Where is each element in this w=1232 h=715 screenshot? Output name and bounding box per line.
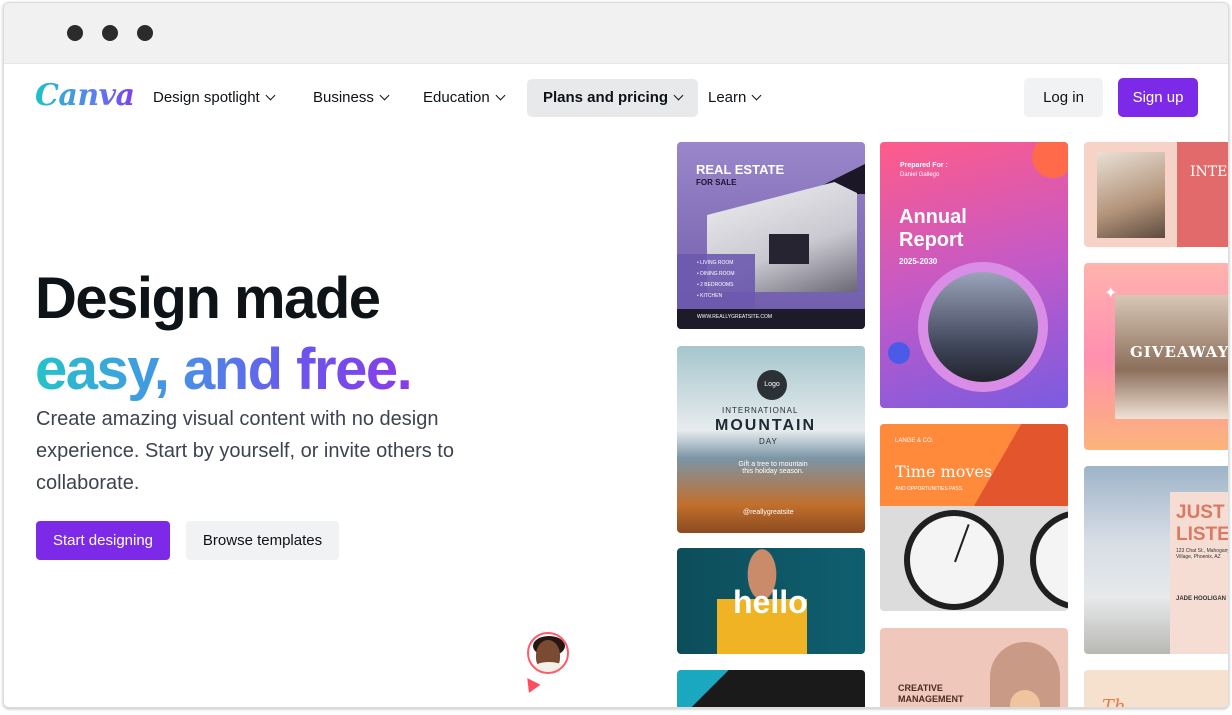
- template-mountain-day[interactable]: Logo INTERNATIONAL MOUNTAIN DAY Gift a t…: [677, 346, 865, 533]
- canva-logo[interactable]: Canva: [35, 78, 135, 113]
- feature-item: • LIVING ROOM: [697, 260, 734, 266]
- template-title: Time moves: [895, 462, 993, 481]
- template-agent: JADE HOOLIGAN: [1176, 596, 1227, 602]
- template-title: hello: [733, 584, 808, 620]
- nav-education[interactable]: Education: [407, 79, 520, 117]
- template-line1: INTERNATIONAL: [722, 406, 799, 415]
- template-name: Daniel Gallego: [900, 172, 940, 178]
- template-line2: MOUNTAIN: [715, 417, 817, 434]
- template-body: Gift a tree to mountain this holiday sea…: [738, 461, 808, 475]
- template-dark-photo[interactable]: [677, 670, 865, 707]
- feature-item: • KITCHEN: [697, 293, 723, 299]
- signup-button[interactable]: Sign up: [1118, 78, 1198, 117]
- start-designing-button[interactable]: Start designing: [36, 521, 170, 560]
- login-button[interactable]: Log in: [1024, 78, 1103, 117]
- feature-item: • DINING ROOM: [697, 271, 735, 277]
- clock-image: [904, 510, 1004, 610]
- template-title: GIVEAWAY: [1130, 343, 1229, 361]
- nav-learn[interactable]: Learn: [692, 79, 776, 117]
- window-control-close[interactable]: [67, 25, 83, 41]
- hero-subtitle: Create amazing visual content with no de…: [36, 408, 454, 494]
- template-address: 123 Chat St., Mahogany Village, Phoenix,…: [1176, 548, 1229, 560]
- template-just-listed[interactable]: JUST LISTE 123 Chat St., Mahogany Villag…: [1084, 466, 1229, 654]
- chevron-down-icon: [751, 90, 762, 101]
- nav-item-label: Plans and pricing: [543, 89, 669, 106]
- feature-item: • 2 BEDROOMS: [697, 282, 734, 288]
- chevron-down-icon: [673, 90, 684, 101]
- chevron-down-icon: [265, 90, 276, 101]
- template-title: Annual Report: [899, 206, 967, 251]
- browse-templates-button[interactable]: Browse templates: [186, 521, 339, 560]
- browser-window: Canva Design spotlight Business Educatio…: [3, 2, 1229, 708]
- template-brand: LANGE & CO.: [895, 438, 934, 444]
- template-line3: DAY: [759, 437, 778, 446]
- template-title: CREATIVE MANAGEMENT: [898, 683, 964, 704]
- template-years: 2025-2030: [899, 257, 938, 266]
- sparkle-icon: ✦: [1104, 285, 1118, 302]
- template-logo: Logo: [757, 370, 787, 400]
- template-hello[interactable]: hello: [677, 548, 865, 654]
- chevron-down-icon: [379, 90, 390, 101]
- hero-title-line1: Design made: [35, 266, 381, 331]
- window-control-minimize[interactable]: [102, 25, 118, 41]
- template-giveaway[interactable]: ✦ GIVEAWAY: [1084, 263, 1229, 450]
- nav-item-label: Design spotlight: [153, 89, 260, 106]
- template-time-moves[interactable]: LANGE & CO. Time moves AND OPPORTUNITIES…: [880, 424, 1068, 611]
- template-tagline: AND OPPORTUNITIES PASS.: [895, 486, 964, 492]
- chevron-down-icon: [495, 90, 506, 101]
- template-annual-report[interactable]: Prepared For : Daniel Gallego Annual Rep…: [880, 142, 1068, 408]
- template-subtitle: FOR SALE: [696, 178, 737, 187]
- nav-design-spotlight[interactable]: Design spotlight: [137, 79, 290, 117]
- script-lettering-image: Th: [1102, 696, 1126, 708]
- nav-item-label: Education: [423, 89, 490, 106]
- hero-title-line2: easy, and free.: [35, 337, 413, 402]
- template-footer: WWW.REALLYGREATSITE.COM: [697, 314, 773, 320]
- collaborator-avatar: [527, 632, 569, 674]
- window-titlebar: [4, 3, 1228, 64]
- nav-item-label: Business: [313, 89, 374, 106]
- template-creative-management[interactable]: CREATIVE MANAGEMENT: [880, 628, 1068, 707]
- interior-image: [1097, 152, 1165, 238]
- template-real-estate[interactable]: REAL ESTATE FOR SALE • LIVING ROOM • DIN…: [677, 142, 865, 329]
- template-title: INTER DESIG: [1190, 164, 1228, 180]
- template-prepared: Prepared For :: [900, 162, 948, 169]
- template-handle: @reallygreatsite: [743, 509, 794, 516]
- template-title: REAL ESTATE: [696, 162, 785, 177]
- top-nav: Canva Design spotlight Business Educatio…: [4, 64, 1228, 136]
- template-peach[interactable]: Th: [1084, 670, 1228, 708]
- collaborator-cursor-icon: [521, 674, 541, 693]
- template-interior-design[interactable]: INTER DESIG: [1084, 142, 1228, 247]
- nav-business[interactable]: Business: [297, 79, 404, 117]
- nav-item-label: Learn: [708, 89, 747, 106]
- city-image: [918, 262, 1048, 392]
- window-control-maximize[interactable]: [137, 25, 153, 41]
- nav-plans-and-pricing[interactable]: Plans and pricing: [527, 79, 699, 117]
- template-title: JUST LISTE: [1176, 502, 1229, 545]
